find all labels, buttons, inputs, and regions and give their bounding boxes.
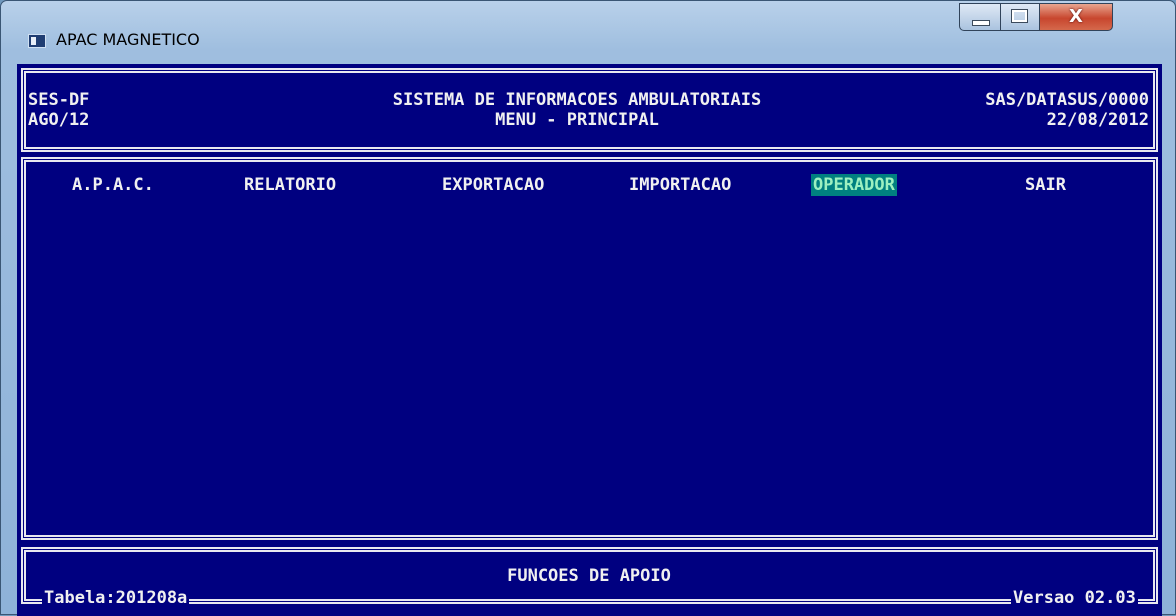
window-title: APAC MAGNETICO: [56, 30, 200, 49]
close-icon: X: [1069, 6, 1083, 27]
menu-item-relatorio[interactable]: RELATORIO: [242, 174, 338, 196]
maximize-button[interactable]: [1000, 3, 1040, 31]
system-title: SISTEMA DE INFORMACOES AMBULATORIAIS: [392, 90, 762, 110]
header-left-line1: SES-DF: [28, 90, 90, 110]
title-bar[interactable]: APAC MAGNETICO X: [1, 1, 1175, 63]
version-label: Versao 02.03: [1011, 588, 1138, 608]
menu-title: MENU - PRINCIPAL: [495, 110, 659, 130]
maximize-icon: [1011, 9, 1028, 23]
app-window: APAC MAGNETICO X SES-DF AGO/12 SISTEMA D…: [0, 0, 1176, 616]
menu-item-sair[interactable]: SAIR: [1023, 174, 1068, 196]
menu-item-exportacao[interactable]: EXPORTACAO: [440, 174, 546, 196]
close-button[interactable]: X: [1039, 3, 1113, 31]
header-left-line2: AGO/12: [28, 110, 90, 130]
table-label: Tabela:201208a: [42, 588, 190, 608]
menu-item-operador[interactable]: OPERADOR: [811, 174, 897, 196]
menu-item-importacao[interactable]: IMPORTACAO: [627, 174, 733, 196]
footer-title: FUNCOES DE APOIO: [507, 566, 671, 586]
menu-item-apac[interactable]: A.P.A.C.: [70, 174, 156, 196]
minimize-button[interactable]: [959, 3, 1001, 31]
main-menu-box: [21, 157, 1158, 540]
app-icon[interactable]: [28, 34, 46, 48]
console-screen: SES-DF AGO/12 SISTEMA DE INFORMACOES AMB…: [17, 64, 1162, 616]
minimize-icon: [972, 20, 990, 26]
header-right-line1: SAS/DATASUS/0000: [985, 90, 1149, 110]
current-date: 22/08/2012: [1046, 110, 1149, 130]
